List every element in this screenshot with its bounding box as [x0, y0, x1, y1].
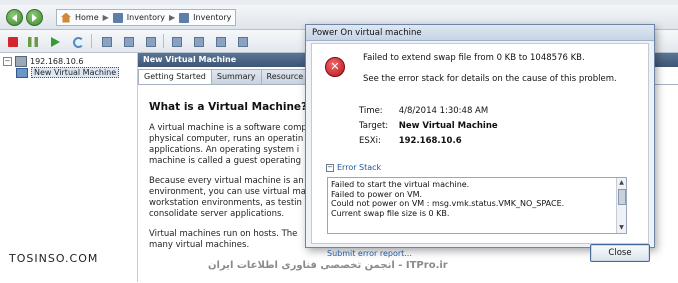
snapshot-manager-button[interactable]: [142, 33, 160, 51]
content-paragraph: A virtual machine is a software comp phy…: [149, 123, 319, 167]
error-stack-toggle[interactable]: − Error Stack: [326, 163, 381, 172]
watermark-itpro: ITPro.ir - انجمن تخصصی فناوری اطلاعات ای…: [208, 260, 448, 271]
close-button[interactable]: Close: [590, 244, 650, 262]
detail-value: 4/8/2014 1:30:48 AM: [398, 106, 489, 116]
content-heading: What is a Virtual Machine?: [149, 101, 308, 113]
detail-target: Target: New Virtual Machine: [359, 121, 498, 131]
stop-icon: [8, 37, 18, 47]
breadcrumb-inventory[interactable]: Inventory: [127, 13, 165, 22]
host-icon: [15, 56, 27, 67]
power-on-error-dialog: Power On virtual machine ✕ Failed to ext…: [305, 24, 655, 262]
power-on-button[interactable]: [47, 33, 65, 51]
migrate-icon: [194, 37, 204, 47]
edit-settings-button[interactable]: [212, 33, 230, 51]
collapse-icon[interactable]: −: [3, 57, 12, 66]
play-icon: [51, 37, 60, 47]
tab-summary[interactable]: Summary: [210, 69, 262, 84]
detail-key: Time:: [359, 106, 383, 116]
tree-vm-label: New Virtual Machine: [31, 67, 120, 78]
error-summary: Failed to extend swap file from 0 KB to …: [363, 53, 585, 63]
tree-host-label: 192.168.10.6: [30, 57, 84, 66]
content-line: many virtual machines.: [149, 240, 250, 250]
content-paragraph: Virtual machines run on hosts. The many …: [149, 229, 319, 251]
content-line: workstation environments, as testin: [149, 198, 302, 208]
error-stack-text[interactable]: Failed to start the virtual machine. Fai…: [327, 177, 627, 234]
breadcrumb-home[interactable]: Home: [75, 13, 99, 22]
detail-value: New Virtual Machine: [398, 121, 498, 131]
stack-line: Failed to start the virtual machine.: [331, 180, 470, 189]
tab-getting-started[interactable]: Getting Started: [138, 69, 212, 85]
content-line: machine is called a guest operating: [149, 156, 302, 166]
detail-esxi: ESXi: 192.168.10.6: [359, 136, 462, 146]
vm-icon: [16, 67, 28, 78]
home-icon: [61, 12, 71, 23]
content-paragraph: Because every virtual machine is an envi…: [149, 176, 319, 220]
tab-bar: Getting Started Summary Resource Alloc: [138, 69, 331, 85]
clone-button[interactable]: [234, 33, 252, 51]
detail-time: Time: 4/8/2014 1:30:48 AM: [359, 106, 488, 116]
stack-line: Could not power on VM : msg.vmk.status.V…: [331, 199, 565, 208]
scroll-thumb[interactable]: [618, 189, 626, 205]
content-line: environment, you can use virtual ma: [149, 187, 306, 197]
snapshot-button[interactable]: [98, 33, 116, 51]
content-line: Because every virtual machine is an: [149, 176, 304, 186]
pause-icon: [28, 37, 38, 47]
error-stack-label: Error Stack: [337, 163, 382, 172]
console-button[interactable]: [168, 33, 186, 51]
scroll-down-icon[interactable]: ▼: [618, 224, 625, 232]
collapse-icon[interactable]: −: [326, 163, 334, 172]
watermark-tosinso: TOSINSO.COM: [9, 252, 99, 265]
console-icon: [172, 37, 182, 47]
vertical-scrollbar[interactable]: ▲ ▼: [616, 178, 626, 233]
forward-button[interactable]: [26, 9, 43, 26]
toolbar-divider: [163, 34, 164, 48]
snapshot-manager-icon: [146, 37, 156, 47]
tree-item-vm[interactable]: New Virtual Machine: [16, 67, 120, 78]
revert-icon: [124, 37, 134, 47]
submit-error-report-link[interactable]: Submit error report...: [327, 249, 412, 258]
settings-icon: [216, 37, 226, 47]
breadcrumb: Home ▶ Inventory ▶ Inventory: [56, 9, 237, 26]
detail-key: ESXi:: [359, 136, 381, 146]
reset-button[interactable]: [69, 33, 87, 51]
scroll-up-icon[interactable]: ▲: [618, 179, 625, 187]
error-hint: See the error stack for details on the c…: [363, 74, 617, 84]
content-line: physical computer, runs an operatin: [149, 134, 304, 144]
detail-value: 192.168.10.6: [398, 136, 462, 146]
inventory-icon: [112, 12, 123, 23]
refresh-icon: [73, 37, 84, 48]
dialog-body: ✕ Failed to extend swap file from 0 KB t…: [311, 43, 650, 262]
breadcrumb-separator: ▶: [102, 13, 109, 22]
stack-line: Failed to power on VM.: [331, 189, 423, 199]
breadcrumb-separator: ▶: [169, 13, 176, 22]
revert-snapshot-button[interactable]: [120, 33, 138, 51]
clone-icon: [238, 37, 248, 47]
error-message: Failed to extend swap file from 0 KB to …: [363, 52, 617, 94]
toolbar-divider: [91, 34, 92, 48]
content-line: consolidate server applications.: [149, 209, 285, 219]
inventory-icon: [179, 12, 190, 23]
snapshot-icon: [102, 37, 112, 47]
tree-item-host[interactable]: − 192.168.10.6: [3, 56, 83, 67]
dialog-title: Power On virtual machine: [306, 25, 654, 41]
error-x-icon: ✕: [325, 57, 345, 77]
content-line: Virtual machines run on hosts. The: [149, 229, 298, 239]
back-button[interactable]: [6, 9, 23, 26]
breadcrumb-inventory-current[interactable]: Inventory: [193, 13, 231, 22]
migrate-button[interactable]: [190, 33, 208, 51]
power-off-button[interactable]: [4, 33, 22, 51]
stack-line: Current swap file size is 0 KB.: [331, 208, 450, 218]
content-line: applications. An operating system i: [149, 145, 300, 155]
content-line: A virtual machine is a software comp: [149, 123, 307, 133]
suspend-button[interactable]: [24, 33, 42, 51]
inventory-tree: − 192.168.10.6 New Virtual Machine: [0, 53, 138, 282]
detail-key: Target:: [359, 121, 389, 131]
